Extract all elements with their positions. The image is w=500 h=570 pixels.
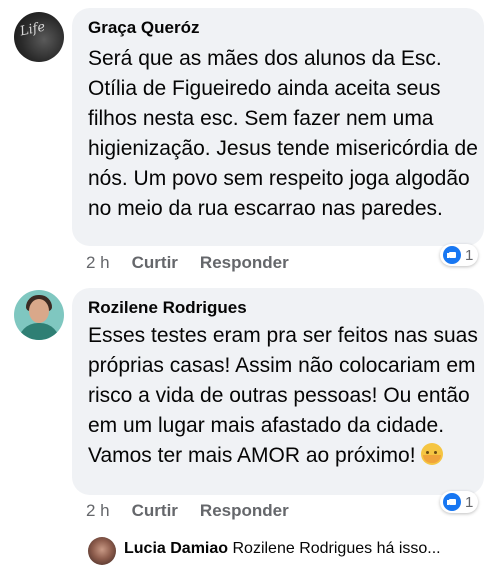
hugging-face-emoji xyxy=(421,443,444,465)
avatar-caption: Life xyxy=(18,19,47,40)
reaction-count: 1 xyxy=(465,493,474,511)
avatar-face xyxy=(29,299,49,323)
comment-actions: 2 h Curtir Responder xyxy=(86,501,311,521)
like-icon xyxy=(443,493,461,511)
reply-snippet: há isso... xyxy=(376,540,441,557)
comment-text: Esses testes eram pra ser feitos nas sua… xyxy=(88,324,478,467)
comment-author[interactable]: Graça Queróz xyxy=(88,18,200,38)
reaction-count: 1 xyxy=(465,246,474,264)
reply-mention[interactable]: Rozilene Rodrigues xyxy=(232,540,372,557)
like-icon xyxy=(443,246,461,264)
like-button[interactable]: Curtir xyxy=(132,501,178,521)
comment-author[interactable]: Rozilene Rodrigues xyxy=(88,298,247,318)
comment-bubble: Graça Queróz Será que as mães dos alunos… xyxy=(72,8,484,246)
comment-bubble: Rozilene Rodrigues Esses testes eram pra… xyxy=(72,288,484,495)
commenter-avatar[interactable]: Life xyxy=(14,12,64,62)
reply-button[interactable]: Responder xyxy=(200,501,289,521)
commenter-avatar[interactable] xyxy=(14,290,64,340)
reply-avatar[interactable] xyxy=(88,537,116,565)
comment-text: Será que as mães dos alunos da Esc. Otíl… xyxy=(88,47,478,220)
comment-timestamp[interactable]: 2 h xyxy=(86,253,110,273)
reaction-summary[interactable]: 1 xyxy=(440,244,479,266)
reply-button[interactable]: Responder xyxy=(200,253,289,273)
comment-actions: 2 h Curtir Responder xyxy=(86,253,311,273)
reply-preview[interactable]: Lucia Damiao Rozilene Rodrigues há isso.… xyxy=(124,540,441,558)
comment-text-block: Esses testes eram pra ser feitos nas sua… xyxy=(88,321,478,471)
reply-author[interactable]: Lucia Damiao xyxy=(124,540,228,557)
comment-timestamp[interactable]: 2 h xyxy=(86,501,110,521)
like-button[interactable]: Curtir xyxy=(132,253,178,273)
reaction-summary[interactable]: 1 xyxy=(440,491,479,513)
avatar-shirt xyxy=(18,323,60,340)
